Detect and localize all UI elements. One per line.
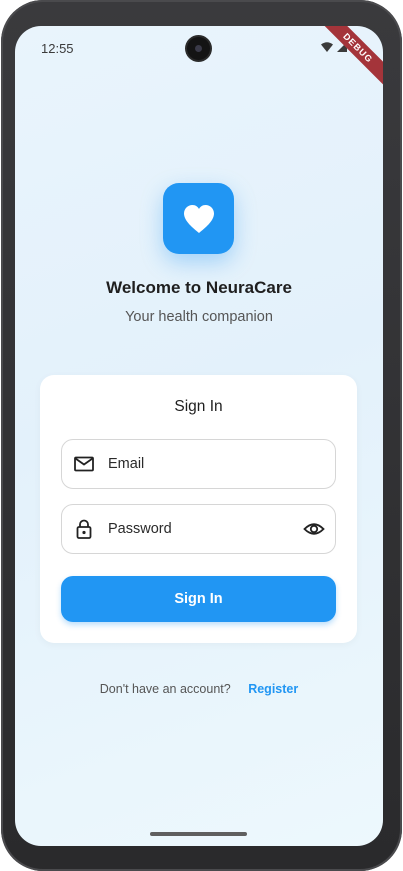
front-camera	[187, 37, 210, 60]
device-frame: 12:55 DEBUG Welcome to NeuraCare Your he…	[1, 0, 402, 871]
welcome-subtitle: Your health companion	[125, 309, 273, 325]
app-logo	[163, 183, 234, 254]
debug-banner: DEBUG	[313, 26, 383, 93]
eye-icon[interactable]	[303, 518, 325, 540]
wifi-icon	[321, 41, 333, 52]
email-field[interactable]: Email	[61, 439, 336, 489]
register-prompt: Don't have an account?	[99, 682, 231, 696]
lock-icon	[76, 519, 92, 539]
password-label: Password	[108, 521, 172, 537]
mail-icon	[74, 456, 94, 472]
status-bar: 12:55 DEBUG	[15, 26, 383, 93]
signin-title: Sign In	[174, 398, 223, 415]
email-label: Email	[108, 456, 145, 472]
register-row: Don't have an account? Register	[15, 682, 383, 696]
signin-button[interactable]: Sign In	[61, 576, 336, 622]
password-field[interactable]: Password	[61, 504, 336, 554]
home-indicator[interactable]	[150, 832, 247, 836]
app-screen: 12:55 DEBUG Welcome to NeuraCare Your he…	[15, 26, 383, 846]
status-time: 12:55	[41, 41, 74, 56]
register-link[interactable]: Register	[248, 682, 298, 696]
signin-card: Sign In Email Password Sign In	[40, 375, 357, 643]
heart-icon	[183, 204, 214, 233]
welcome-title: Welcome to NeuraCare	[106, 278, 292, 297]
